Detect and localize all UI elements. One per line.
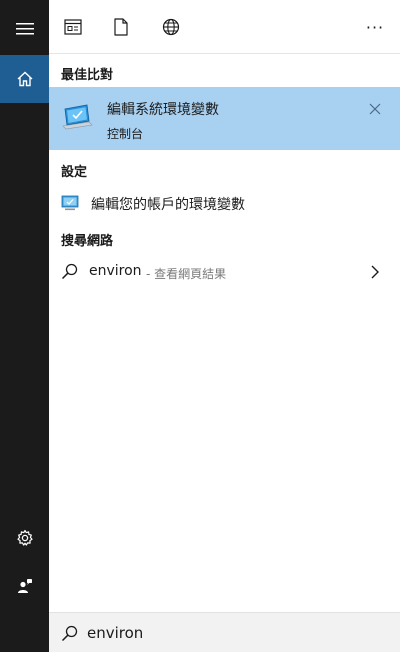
best-match-subtitle: 控制台: [107, 127, 144, 141]
best-match-result[interactable]: 編輯系統環境變數 控制台: [49, 87, 400, 150]
search-icon: [61, 625, 78, 642]
gear-icon: [16, 529, 33, 546]
app-window-icon: [64, 19, 82, 35]
search-input[interactable]: [87, 619, 387, 647]
documents-filter-button[interactable]: [107, 13, 135, 41]
search-box: [49, 612, 400, 652]
filter-toolbar: ···: [49, 0, 400, 54]
settings-result-item[interactable]: 編輯您的帳戶的環境變數: [49, 190, 400, 218]
web-search-suffix: - 查看網頁結果: [146, 267, 227, 281]
search-icon: [61, 263, 78, 280]
settings-monitor-icon: [61, 195, 79, 211]
search-results-panel: ··· 最佳比對 編輯系統環境變數 控制台 設定 編輯您的帳戶的環境變數 搜尋網…: [49, 0, 400, 652]
more-options-label: ···: [365, 17, 385, 37]
home-icon: [17, 71, 32, 87]
document-icon: [114, 18, 128, 36]
home-button[interactable]: [0, 55, 49, 103]
globe-icon: [162, 18, 180, 36]
web-filter-button[interactable]: [157, 13, 185, 41]
left-rail: [0, 0, 49, 652]
settings-button[interactable]: [0, 514, 49, 562]
settings-heading: 設定: [61, 165, 88, 180]
web-search-query: environ: [89, 263, 142, 279]
apps-filter-button[interactable]: [59, 13, 87, 41]
hamburger-menu-icon: [15, 23, 34, 35]
feedback-person-icon: [17, 579, 32, 593]
best-match-title: 編輯系統環境變數: [107, 102, 219, 118]
web-search-result-item[interactable]: environ - 查看網頁結果: [49, 258, 400, 286]
chevron-right-icon[interactable]: [367, 263, 383, 281]
close-icon[interactable]: [367, 101, 383, 117]
feedback-button[interactable]: [0, 562, 49, 610]
web-search-heading: 搜尋網路: [61, 234, 114, 249]
menu-button[interactable]: [0, 5, 49, 53]
best-match-heading: 最佳比對: [61, 68, 114, 83]
control-panel-monitor-icon: [62, 104, 93, 130]
more-options-button[interactable]: ···: [361, 13, 389, 41]
settings-result-label: 編輯您的帳戶的環境變數: [91, 197, 245, 213]
